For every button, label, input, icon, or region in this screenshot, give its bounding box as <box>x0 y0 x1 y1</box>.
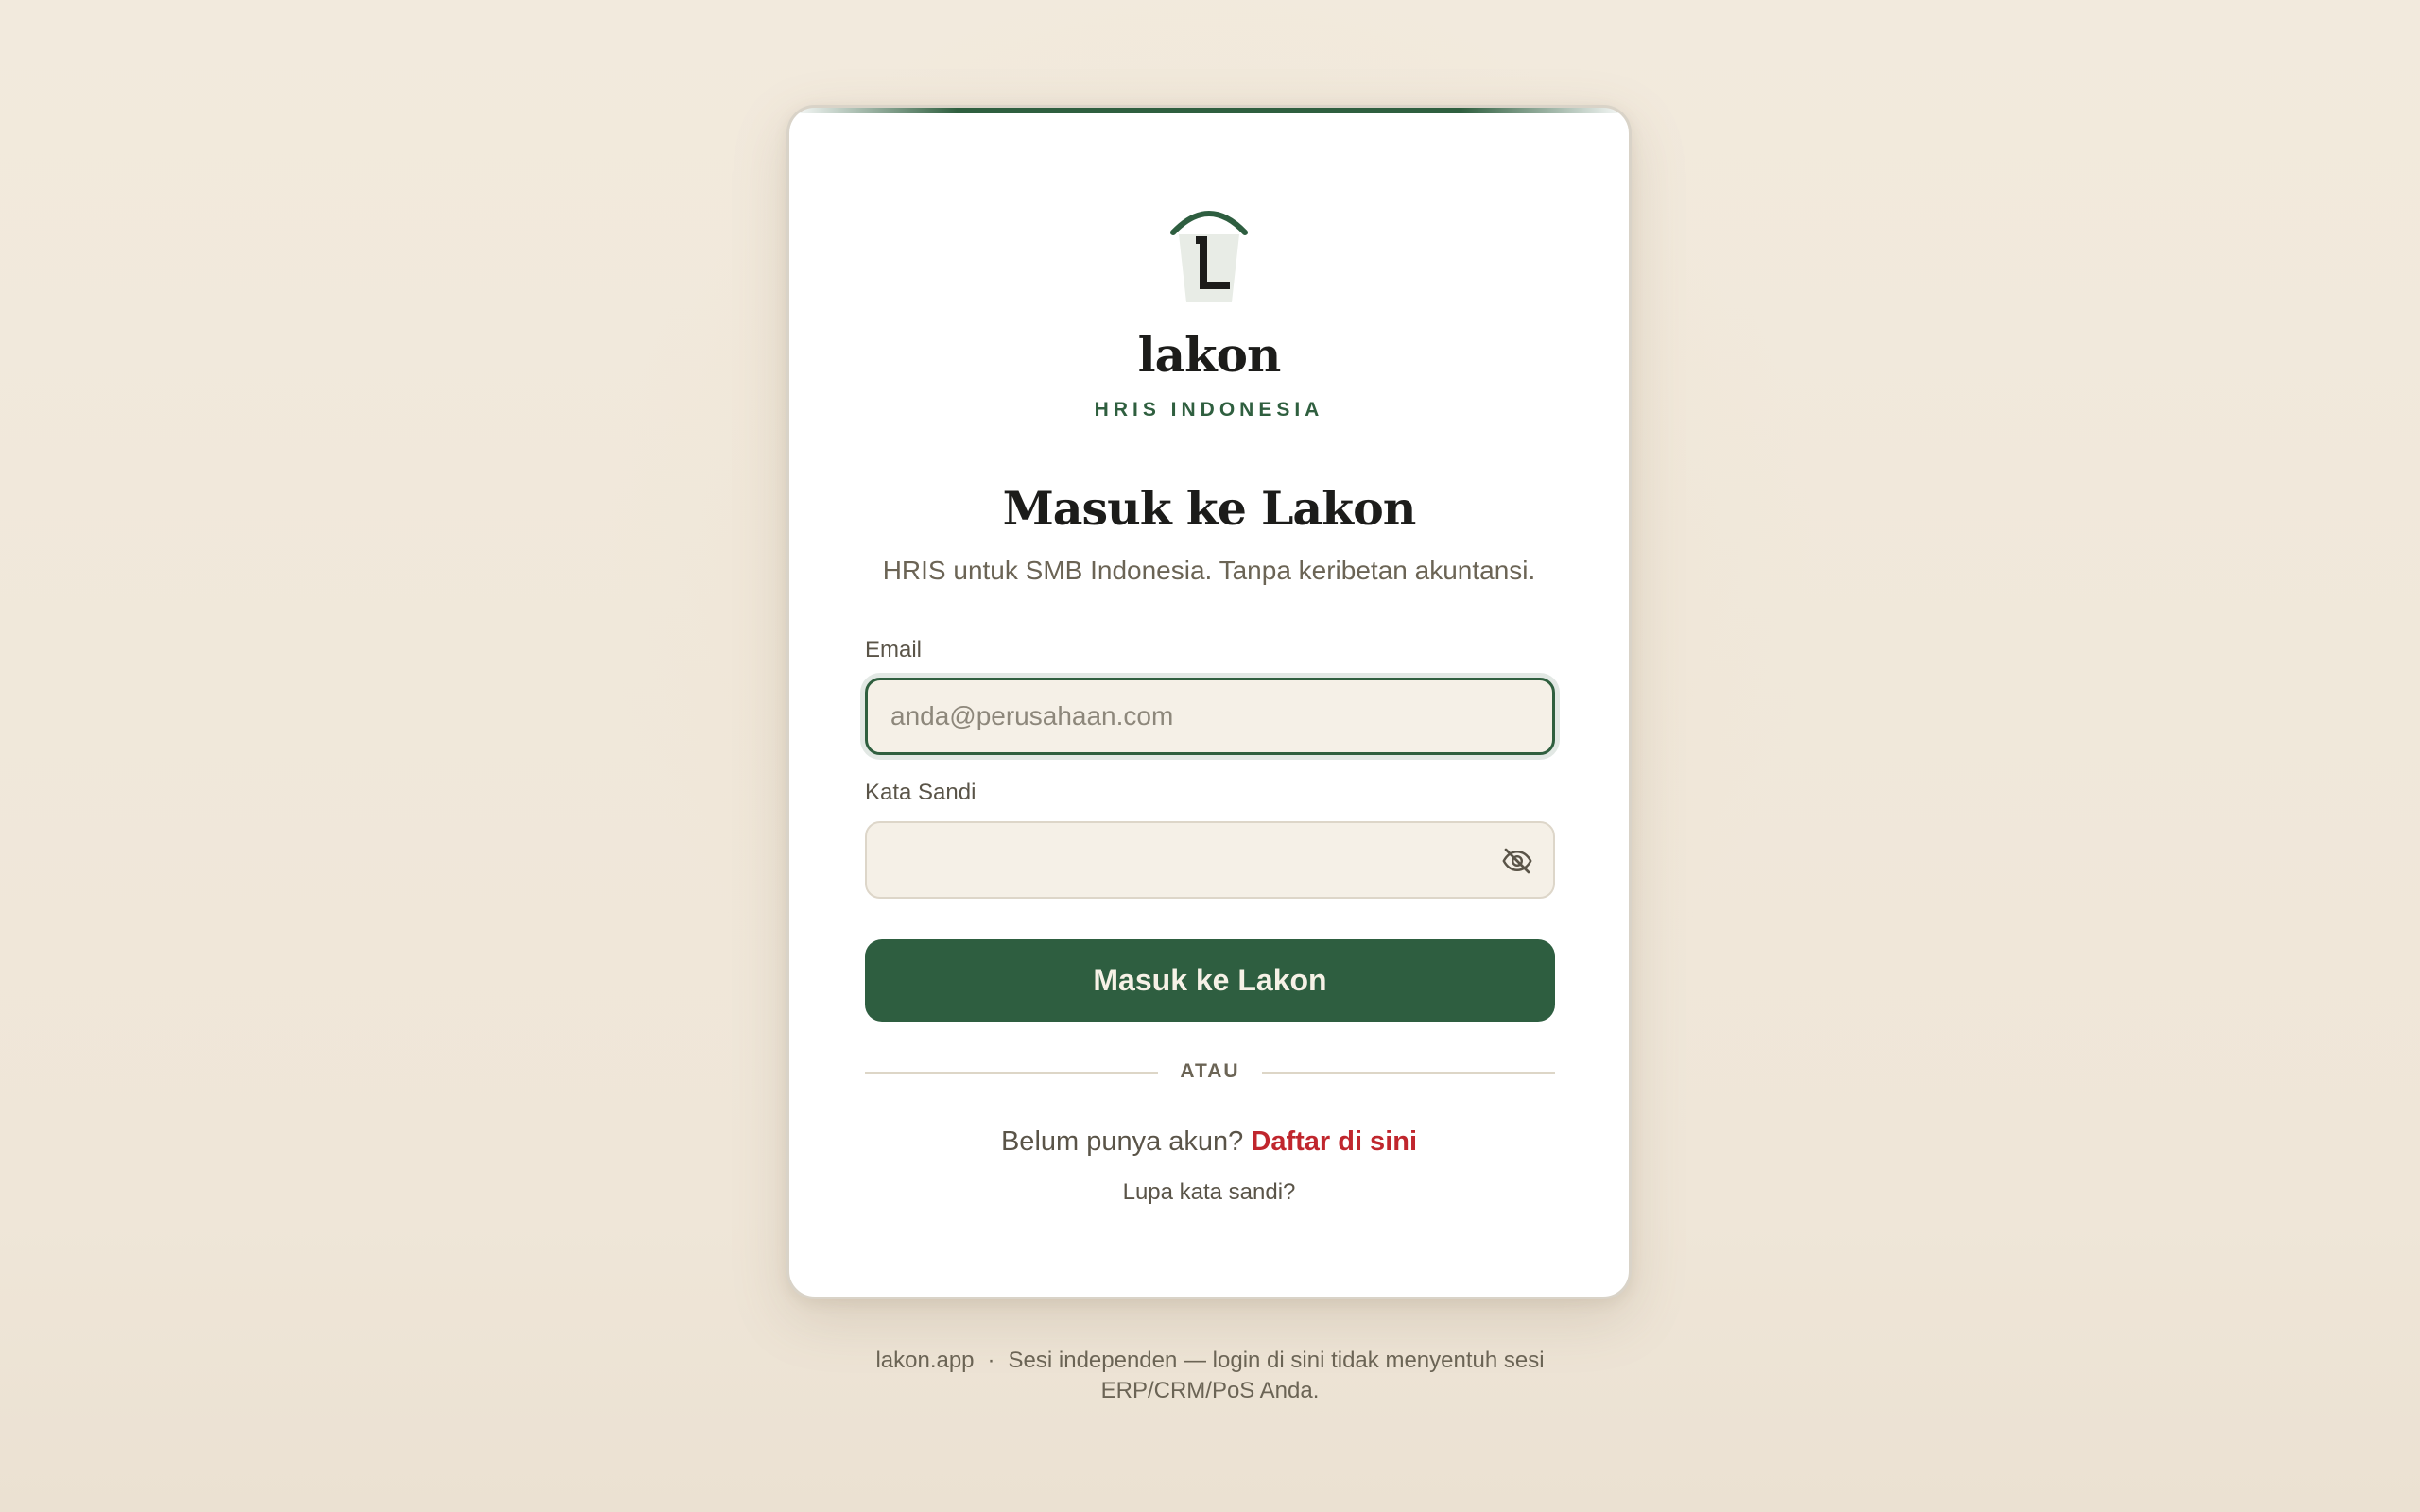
footer-domain: lakon.app <box>875 1348 975 1373</box>
register-prompt-line: Belum punya akun? Daftar di sini <box>789 1126 1629 1158</box>
password-field[interactable] <box>865 821 1555 899</box>
page-subtitle: HRIS untuk SMB Indonesia. Tanpa keribeta… <box>882 556 1536 585</box>
login-card: lakon HRIS INDONESIA Masuk ke Lakon HRIS… <box>786 105 1632 1299</box>
card-accent-bar <box>789 108 1629 113</box>
footer: lakon.app · Sesi independen — login di sin… <box>832 1346 1588 1406</box>
submit-button[interactable]: Masuk ke Lakon <box>865 939 1555 1022</box>
footer-separator: · <box>987 1348 995 1373</box>
register-prompt: Belum punya akun? <box>1000 1126 1244 1157</box>
password-label: Kata Sandi <box>865 780 977 805</box>
divider-text: ATAU <box>1180 1060 1240 1082</box>
divider-line-right <box>1262 1072 1555 1074</box>
lakon-logo-icon <box>1170 211 1248 302</box>
footer-note: Sesi independen — login di sini tidak me… <box>1008 1348 1545 1403</box>
divider-line-left <box>865 1072 1158 1074</box>
page-title: Masuk ke Lakon <box>1002 481 1417 536</box>
email-field[interactable] <box>865 678 1555 755</box>
forgot-password-link[interactable]: Lupa kata sandi? <box>789 1179 1629 1206</box>
email-label: Email <box>865 637 923 662</box>
eye-off-icon[interactable] <box>1500 844 1534 878</box>
brand-tagline: HRIS INDONESIA <box>1094 399 1324 421</box>
register-link[interactable]: Daftar di sini <box>1251 1126 1417 1157</box>
brand-name: lakon <box>1137 327 1282 383</box>
